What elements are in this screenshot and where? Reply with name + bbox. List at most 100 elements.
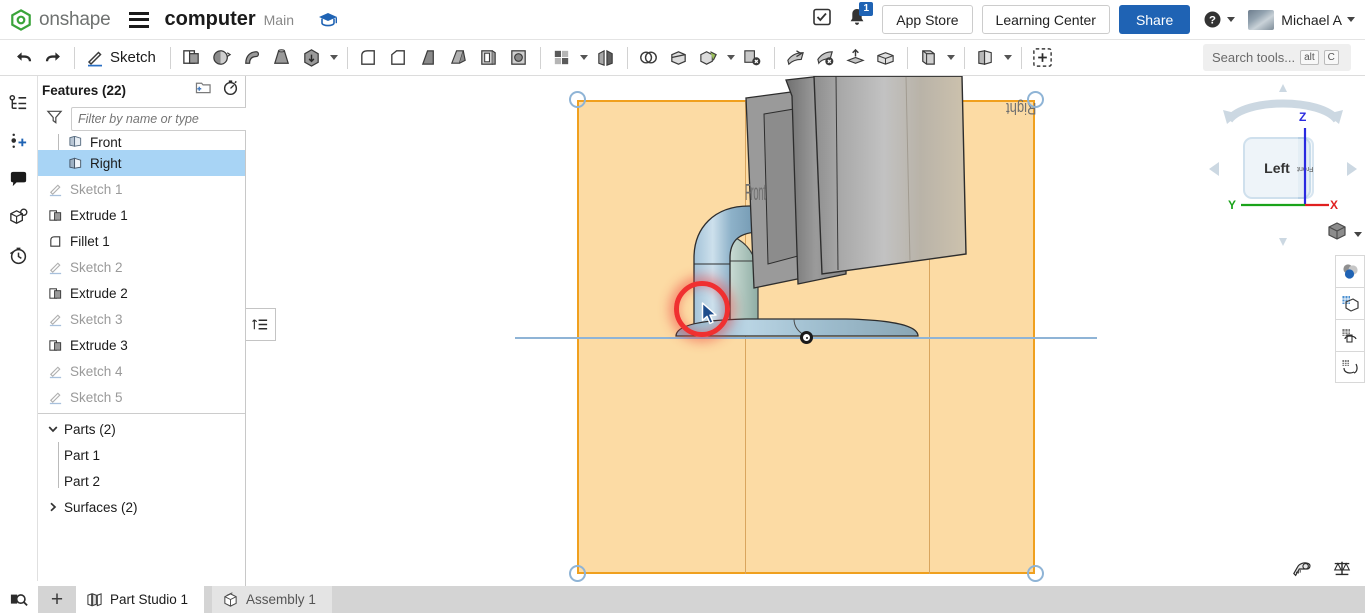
help-menu[interactable]: ? xyxy=(1203,10,1236,29)
plane-icon[interactable] xyxy=(547,43,577,73)
mass-properties-icon[interactable] xyxy=(1331,559,1353,584)
plane-handle-top-left[interactable] xyxy=(569,91,586,108)
add-version-icon[interactable] xyxy=(3,122,35,160)
notification-bell-icon[interactable]: 1 xyxy=(848,2,874,32)
tab-assembly-1[interactable]: Assembly 1 xyxy=(212,586,332,613)
rollback-timer-icon[interactable] xyxy=(222,79,239,101)
solid-tools-chevron-down-icon[interactable] xyxy=(327,43,341,73)
variable-icon[interactable] xyxy=(1028,43,1058,73)
draft-icon[interactable] xyxy=(414,43,444,73)
search-tabs-icon[interactable] xyxy=(0,586,38,613)
filter-funnel-icon[interactable] xyxy=(46,108,63,130)
learning-center-button[interactable]: Learning Center xyxy=(981,5,1110,34)
move-face-icon[interactable] xyxy=(781,43,811,73)
tree-item-part-1[interactable]: Part 1 xyxy=(38,442,245,468)
thicken-icon[interactable] xyxy=(297,43,327,73)
3d-viewport[interactable]: Front Right Left Front xyxy=(246,76,1365,586)
extrude-icon[interactable] xyxy=(177,43,207,73)
new-folder-icon[interactable] xyxy=(195,80,212,100)
search-tools-placeholder: Search tools... xyxy=(1212,50,1296,65)
checklist-icon[interactable] xyxy=(812,7,832,32)
section-view-icon[interactable] xyxy=(1335,287,1365,319)
document-branch[interactable]: Main xyxy=(264,12,294,28)
user-name[interactable]: Michael A xyxy=(1281,12,1342,28)
chevron-right-icon[interactable] xyxy=(46,500,60,514)
origin-marker[interactable] xyxy=(800,331,813,344)
loft-icon[interactable] xyxy=(267,43,297,73)
onshape-logo-icon[interactable] xyxy=(10,8,32,31)
tree-item-sketch-5[interactable]: Sketch 5 xyxy=(38,384,245,410)
plane-handle-bottom-right[interactable] xyxy=(1027,565,1044,582)
feature-filter-input[interactable] xyxy=(71,107,248,131)
rotate-view-icon[interactable] xyxy=(1335,319,1365,351)
tree-item-sketch-4[interactable]: Sketch 4 xyxy=(38,358,245,384)
tree-item-sketch-1[interactable]: Sketch 1 xyxy=(38,176,245,202)
history-icon[interactable] xyxy=(3,236,35,274)
sketch-button[interactable]: Sketch xyxy=(81,43,164,73)
tree-item-extrude-2[interactable]: Extrude 2 xyxy=(38,280,245,306)
part-studio-icon xyxy=(86,592,103,608)
split-icon[interactable] xyxy=(664,43,694,73)
shaded-view-icon[interactable] xyxy=(1335,255,1365,287)
revolve-icon[interactable] xyxy=(207,43,237,73)
view-perspective-cube-icon[interactable] xyxy=(1326,220,1348,247)
feature-list-icon[interactable] xyxy=(3,84,35,122)
tree-item-extrude-3[interactable]: Extrude 3 xyxy=(38,332,245,358)
tree-item-extrude-1[interactable]: Extrude 1 xyxy=(38,202,245,228)
feature-panel-collapse-tab[interactable] xyxy=(246,308,276,341)
chamfer-icon[interactable] xyxy=(384,43,414,73)
surface-icon[interactable] xyxy=(971,43,1001,73)
part-info-icon[interactable] xyxy=(3,198,35,236)
hole-icon[interactable] xyxy=(504,43,534,73)
user-chevron-down-icon[interactable] xyxy=(1347,17,1355,22)
plane-handle-bottom-left[interactable] xyxy=(569,565,586,582)
plane-handle-top-right[interactable] xyxy=(1027,91,1044,108)
comments-icon[interactable] xyxy=(3,160,35,198)
avatar[interactable] xyxy=(1248,9,1275,30)
tree-item-sketch-2[interactable]: Sketch 2 xyxy=(38,254,245,280)
tree-item-label: Extrude 3 xyxy=(70,337,128,353)
redo-icon[interactable] xyxy=(38,43,68,73)
enclose-icon[interactable] xyxy=(871,43,901,73)
surface-tools-chevron-down-icon[interactable] xyxy=(1001,43,1015,73)
feature-tree-list[interactable]: Front Right Sketch 1 Extrude 1 Fillet 1 … xyxy=(38,134,245,586)
delete-face-icon[interactable] xyxy=(811,43,841,73)
boolean-icon[interactable] xyxy=(634,43,664,73)
tree-item-label: Sketch 5 xyxy=(70,389,123,405)
measure-tape-icon[interactable] xyxy=(1291,559,1313,584)
tree-group-parts[interactable]: Parts (2) xyxy=(38,416,245,442)
transform-icon[interactable] xyxy=(694,43,724,73)
tree-item-part-2[interactable]: Part 2 xyxy=(38,468,245,494)
tree-item-right[interactable]: Right xyxy=(38,150,245,176)
app-store-button[interactable]: App Store xyxy=(882,5,973,34)
tab-part-studio-1[interactable]: Part Studio 1 xyxy=(76,586,205,613)
graduation-cap-icon[interactable] xyxy=(316,8,340,31)
curve-tools-chevron-down-icon[interactable] xyxy=(944,43,958,73)
delete-part-icon[interactable] xyxy=(738,43,768,73)
add-tab-button[interactable]: + xyxy=(38,586,76,613)
kbd-alt: alt xyxy=(1300,50,1319,65)
explode-view-icon[interactable] xyxy=(1335,351,1365,383)
chevron-down-icon[interactable] xyxy=(46,422,60,436)
search-tools-input[interactable]: Search tools... alt C xyxy=(1203,44,1351,71)
tree-item-sketch-3[interactable]: Sketch 3 xyxy=(38,306,245,332)
tree-item-front[interactable]: Front xyxy=(38,136,245,150)
view-cube[interactable]: Left Front Z X Y xyxy=(1201,80,1365,250)
undo-icon[interactable] xyxy=(8,43,38,73)
mirror-icon[interactable] xyxy=(591,43,621,73)
tree-item-label: Sketch 1 xyxy=(70,181,123,197)
view-mode-chevron-down-icon[interactable] xyxy=(1354,232,1362,237)
tree-item-fillet-1[interactable]: Fillet 1 xyxy=(38,228,245,254)
fillet-icon[interactable] xyxy=(354,43,384,73)
rib-icon[interactable] xyxy=(444,43,474,73)
document-title[interactable]: computer xyxy=(165,8,256,31)
import-icon[interactable] xyxy=(841,43,871,73)
share-button[interactable]: Share xyxy=(1118,5,1191,34)
hamburger-menu-icon[interactable] xyxy=(128,11,149,28)
sweep-icon[interactable] xyxy=(237,43,267,73)
transform-tools-chevron-down-icon[interactable] xyxy=(724,43,738,73)
curve-icon[interactable] xyxy=(914,43,944,73)
shell-icon[interactable] xyxy=(474,43,504,73)
plane-tools-chevron-down-icon[interactable] xyxy=(577,43,591,73)
tree-group-surfaces[interactable]: Surfaces (2) xyxy=(38,494,245,520)
